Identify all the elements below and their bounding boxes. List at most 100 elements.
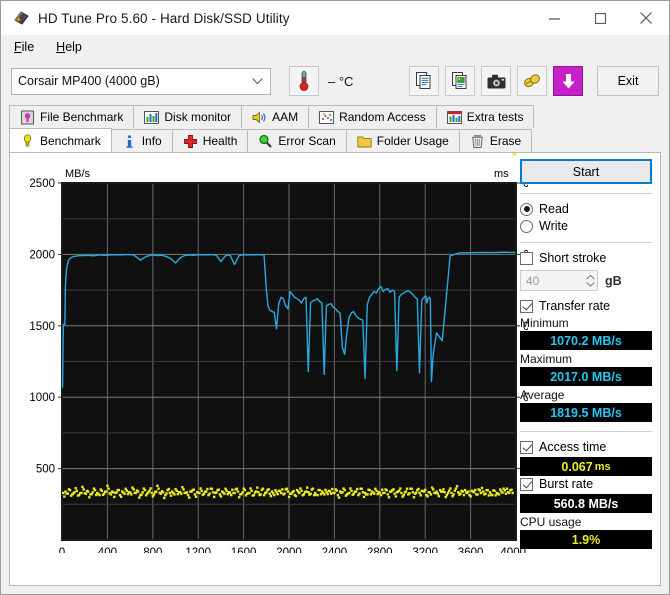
tab-extra-tests[interactable]: Extra tests: [435, 105, 535, 128]
radio-read[interactable]: Read: [520, 202, 652, 216]
svg-text:MB/s: MB/s: [65, 168, 91, 180]
menu-bar: File Help: [1, 35, 669, 58]
tab-row-primary: Benchmark Info Health Error Scan Folder …: [9, 128, 661, 152]
thermometer-icon[interactable]: [289, 66, 319, 96]
toolbar-buttons: Exit: [403, 66, 659, 96]
minimum-value: 1070.2 MB/s: [550, 333, 622, 348]
checkbox-access-time[interactable]: Access time: [520, 440, 652, 454]
chevron-down-icon: [252, 74, 263, 88]
minimum-label: Minimum: [520, 316, 569, 330]
maximum-value: 2017.0 MB/s: [550, 369, 622, 384]
red-cross-icon: [183, 134, 198, 149]
menu-file[interactable]: File: [11, 38, 45, 56]
tab-benchmark[interactable]: Benchmark: [9, 128, 112, 152]
checkbox-burst-rate[interactable]: Burst rate: [520, 477, 652, 491]
transfer-rate-label: Transfer rate: [539, 299, 611, 313]
access-time-value: 0.067: [561, 459, 593, 474]
tab-folder-usage[interactable]: Folder Usage: [345, 129, 460, 152]
short-stroke-row: 40 gB: [520, 270, 652, 291]
temperature-value: – °C: [328, 73, 354, 89]
close-icon[interactable]: [623, 1, 669, 35]
divider: [520, 193, 652, 194]
burst-rate-value-display: 560.8 MB/s: [520, 494, 652, 513]
spinner-arrows-icon[interactable]: [581, 272, 595, 289]
minimum-value-display: 1070.2 MB/s: [520, 331, 652, 350]
short-stroke-indicator: [520, 251, 533, 265]
tab-label: Disk monitor: [164, 110, 232, 124]
bulb-yellow-icon: [20, 133, 35, 148]
radio-read-label: Read: [539, 202, 569, 216]
transfer-rate-indicator: [520, 299, 533, 313]
svg-text:1200: 1200: [185, 547, 211, 553]
svg-text:500: 500: [36, 464, 55, 476]
radio-read-indicator: [520, 202, 533, 216]
bulb-magenta-icon: [20, 110, 35, 125]
tab-label: Random Access: [339, 110, 426, 124]
svg-text:3600: 3600: [458, 547, 484, 553]
tab-erase[interactable]: Erase: [458, 129, 533, 152]
tab-random-access[interactable]: Random Access: [308, 105, 437, 128]
checkbox-short-stroke[interactable]: Short stroke: [520, 251, 652, 265]
short-stroke-unit: gB: [605, 273, 622, 288]
svg-text:2000: 2000: [29, 249, 55, 261]
start-label: Start: [572, 164, 600, 179]
window-controls: [531, 1, 669, 35]
info-icon: [122, 134, 137, 149]
copy-text-button[interactable]: [409, 66, 439, 96]
trash-icon: [470, 134, 485, 149]
grid-chart-icon: [446, 110, 462, 125]
tab-label: Health: [202, 134, 238, 148]
average-value-display: 1819.5 MB/s: [520, 403, 652, 422]
svg-text:1600: 1600: [231, 547, 257, 553]
tab-bars: File Benchmark Disk monitor AAM Random A…: [1, 104, 669, 152]
window-title: HD Tune Pro 5.60 - Hard Disk/SSD Utility: [38, 10, 290, 26]
cpu-usage-value-display: 1.9%: [520, 530, 652, 549]
peanut-button[interactable]: [517, 66, 547, 96]
access-time-value-display: 0.067 ms: [520, 457, 652, 476]
svg-text:2500: 2500: [29, 178, 55, 190]
svg-text:3200: 3200: [412, 547, 438, 553]
radio-write[interactable]: Write: [520, 219, 652, 233]
tab-aam[interactable]: AAM: [241, 105, 310, 128]
svg-text:1500: 1500: [29, 321, 55, 333]
short-stroke-input[interactable]: 40: [520, 270, 598, 291]
tab-health[interactable]: Health: [171, 129, 249, 152]
tab-disk-monitor[interactable]: Disk monitor: [133, 105, 243, 128]
short-stroke-value: 40: [526, 273, 540, 288]
average-label: Average: [520, 388, 565, 402]
tab-label: Info: [141, 134, 162, 148]
speaker-icon: [252, 110, 267, 125]
minimize-icon[interactable]: [531, 1, 577, 35]
cpu-usage-value: 1.9%: [571, 532, 601, 547]
exit-label: Exit: [617, 74, 639, 88]
benchmark-chart: MB/sms50010001500200025000.100.200.300.4…: [10, 153, 528, 585]
tab-label: Erase: [489, 134, 522, 148]
start-button[interactable]: Start: [520, 159, 652, 184]
hdtune-logo-icon: [12, 9, 30, 27]
tab-label: Benchmark: [40, 133, 101, 148]
divider: [520, 242, 652, 243]
svg-text:2000: 2000: [276, 547, 302, 553]
drive-select-value: Corsair MP400 (4000 gB): [18, 74, 160, 88]
save-button[interactable]: [553, 66, 583, 96]
exit-button[interactable]: Exit: [597, 66, 659, 96]
title-bar: HD Tune Pro 5.60 - Hard Disk/SSD Utility: [1, 1, 669, 35]
burst-rate-label: Burst rate: [539, 477, 594, 491]
drive-select[interactable]: Corsair MP400 (4000 gB): [11, 67, 271, 95]
radio-write-indicator: [520, 219, 533, 233]
tab-error-scan[interactable]: Error Scan: [247, 129, 347, 152]
menu-help[interactable]: Help: [53, 38, 93, 56]
tab-file-benchmark[interactable]: File Benchmark: [9, 105, 135, 128]
access-time-label: Access time: [539, 440, 607, 454]
maximum-label: Maximum: [520, 352, 573, 366]
svg-text:1000: 1000: [29, 392, 55, 404]
screenshot-button[interactable]: [481, 66, 511, 96]
burst-rate-indicator: [520, 477, 533, 491]
maximize-icon[interactable]: [577, 1, 623, 35]
copy-image-button[interactable]: [445, 66, 475, 96]
average-value: 1819.5 MB/s: [550, 405, 622, 420]
toolbar: Corsair MP400 (4000 gB) – °C Exit: [1, 58, 669, 104]
checkbox-transfer-rate[interactable]: Transfer rate: [520, 299, 652, 313]
maximum-value-display: 2017.0 MB/s: [520, 367, 652, 386]
tab-info[interactable]: Info: [110, 129, 173, 152]
